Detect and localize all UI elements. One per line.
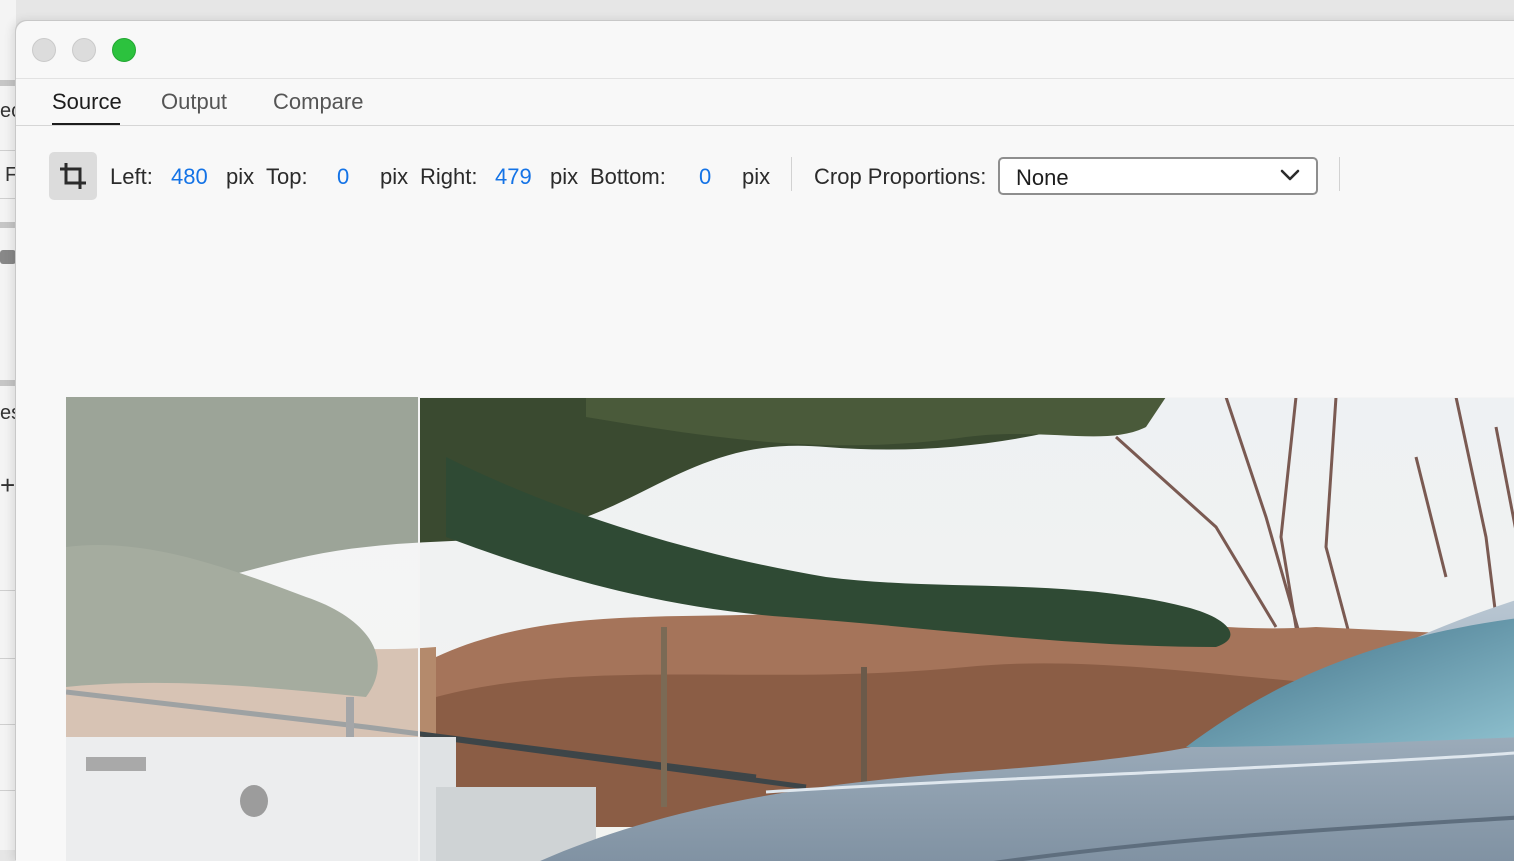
top-label: Top: xyxy=(266,164,308,189)
right-value[interactable]: 479 xyxy=(495,164,532,190)
bottom-label: Bottom: xyxy=(590,164,666,189)
bottom-value[interactable]: 0 xyxy=(699,164,711,190)
left-value[interactable]: 480 xyxy=(171,164,208,190)
crop-tool-button[interactable] xyxy=(49,152,97,200)
toolbar-divider xyxy=(1339,157,1340,191)
top-value[interactable]: 0 xyxy=(337,164,349,190)
crop-icon xyxy=(60,163,86,189)
source-preview[interactable] xyxy=(66,397,1514,861)
tab-output[interactable]: Output xyxy=(161,89,227,115)
right-unit: pix xyxy=(550,164,579,189)
background-text: es xyxy=(0,402,16,424)
title-bar xyxy=(16,21,1514,79)
background-app-window: ec F es + xyxy=(0,0,16,850)
close-window-button[interactable] xyxy=(32,38,56,62)
bottom-unit: pix xyxy=(742,164,771,189)
tab-bar: Source Output Compare xyxy=(16,79,1514,126)
right-label: Right: xyxy=(420,164,478,189)
top-unit: pix xyxy=(380,164,409,189)
background-text: ec xyxy=(0,100,16,122)
crop-proportions-value: None xyxy=(1016,165,1069,190)
zoom-window-button[interactable] xyxy=(112,38,136,62)
cropped-out-region-left xyxy=(66,397,419,861)
crop-proportions-select[interactable]: None xyxy=(998,157,1318,195)
crop-handle-left[interactable] xyxy=(418,397,420,861)
left-unit: pix xyxy=(226,164,255,189)
active-tab-indicator xyxy=(52,123,120,125)
crop-window: Source Output Compare Left: 480 pix Top:… xyxy=(16,21,1514,861)
tab-source[interactable]: Source xyxy=(52,89,122,115)
background-plus-icon: + xyxy=(0,470,16,500)
tab-compare[interactable]: Compare xyxy=(273,89,363,115)
chevron-down-icon xyxy=(1280,169,1300,181)
left-label: Left: xyxy=(110,164,153,189)
crop-toolbar: Left: 480 pix Top: 0 pix Right: 479 pix … xyxy=(16,151,1514,201)
toolbar-divider xyxy=(791,157,792,191)
minimize-window-button[interactable] xyxy=(72,38,96,62)
crop-boundary-top xyxy=(418,397,1514,398)
crop-proportions-label: Crop Proportions: xyxy=(814,164,987,189)
background-text: F xyxy=(5,164,16,186)
